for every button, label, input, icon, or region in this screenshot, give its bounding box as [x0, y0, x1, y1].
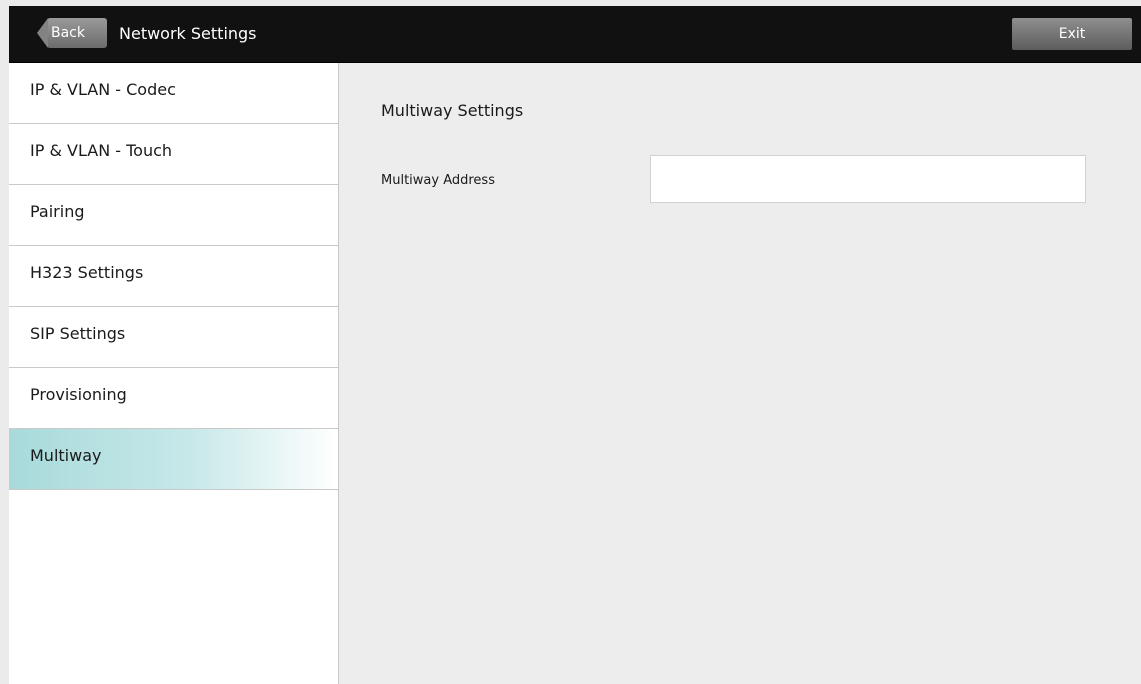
sidebar-item-label: SIP Settings — [30, 324, 126, 343]
page-title: Network Settings — [119, 24, 257, 43]
sidebar-item-ip-vlan-touch[interactable]: IP & VLAN - Touch — [9, 124, 338, 185]
sidebar-item-provisioning[interactable]: Provisioning — [9, 368, 338, 429]
section-title: Multiway Settings — [381, 101, 524, 120]
top-bar: Back Network Settings Exit — [9, 6, 1141, 63]
multiway-address-label: Multiway Address — [381, 173, 495, 188]
multiway-address-input[interactable] — [650, 155, 1086, 203]
exit-button[interactable]: Exit — [1012, 18, 1132, 50]
sidebar-item-multiway[interactable]: Multiway — [9, 429, 338, 490]
sidebar-item-ip-vlan-codec[interactable]: IP & VLAN - Codec — [9, 63, 338, 124]
sidebar-item-label: Multiway — [30, 446, 102, 465]
sidebar-item-sip-settings[interactable]: SIP Settings — [9, 307, 338, 368]
sidebar-item-label: IP & VLAN - Codec — [30, 80, 176, 99]
sidebar-item-label: H323 Settings — [30, 263, 144, 282]
sidebar: IP & VLAN - Codec IP & VLAN - Touch Pair… — [9, 63, 339, 684]
back-button-label: Back — [51, 25, 85, 41]
sidebar-item-label: Provisioning — [30, 385, 127, 404]
sidebar-item-pairing[interactable]: Pairing — [9, 185, 338, 246]
main-panel: Multiway Settings Multiway Address — [339, 63, 1141, 684]
back-button[interactable]: Back — [37, 18, 107, 48]
sidebar-item-label: IP & VLAN - Touch — [30, 141, 173, 160]
sidebar-item-label: Pairing — [30, 202, 85, 221]
app-window: Back Network Settings Exit IP & VLAN - C… — [0, 0, 1141, 684]
sidebar-item-h323-settings[interactable]: H323 Settings — [9, 246, 338, 307]
